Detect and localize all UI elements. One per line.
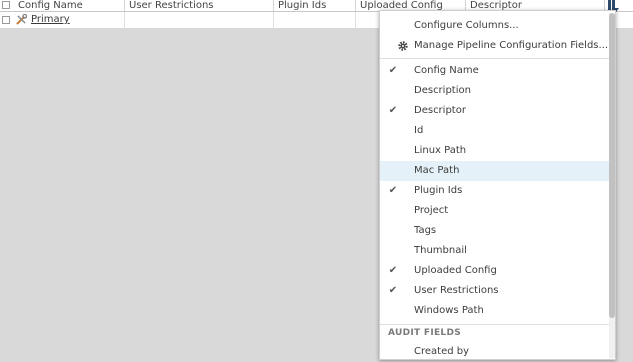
checkmark-icon: ✔ <box>388 65 398 76</box>
config-name-link[interactable]: Primary <box>31 13 70 27</box>
menu-separator <box>380 324 609 325</box>
menu-separator <box>380 58 609 59</box>
field-item-windows-path[interactable]: Windows Path <box>380 301 609 321</box>
checkmark-icon <box>388 221 398 241</box>
select-all-checkbox[interactable] <box>2 1 10 9</box>
checkmark-icon <box>388 201 398 221</box>
field-item-label: Uploaded Config <box>414 265 497 276</box>
configure-columns-item[interactable]: Configure Columns... <box>380 16 609 36</box>
manage-pipeline-fields-label: Manage Pipeline Configuration Fields... <box>414 40 609 51</box>
field-item-project[interactable]: Project <box>380 201 609 221</box>
column-header-config-name[interactable]: Config Name <box>13 0 125 11</box>
checkmark-icon <box>388 81 398 101</box>
checkmark-icon <box>388 301 398 321</box>
row-checkbox[interactable] <box>2 16 10 24</box>
column-header-user-restrictions[interactable]: User Restrictions <box>124 0 274 11</box>
field-item-label: Tags <box>414 225 437 236</box>
field-item-id[interactable]: Id <box>380 121 609 141</box>
field-item-thumbnail[interactable]: Thumbnail <box>380 241 609 261</box>
field-item-tags[interactable]: Tags <box>380 221 609 241</box>
field-item-label: User Restrictions <box>414 285 499 296</box>
checkmark-icon <box>388 241 398 261</box>
field-item-label: Plugin Ids <box>414 185 463 196</box>
field-item-label: Linux Path <box>414 145 467 156</box>
field-item-label: Id <box>414 125 424 136</box>
checkmark-icon <box>388 161 398 181</box>
menu-scrollbar[interactable] <box>609 13 615 358</box>
audit-fields-heading: AUDIT FIELDS <box>388 328 462 338</box>
column-menu: Configure Columns... Manage Pipeline Con… <box>379 10 616 360</box>
field-item-label: Windows Path <box>414 305 484 316</box>
field-item-label: Description <box>414 85 471 96</box>
cell-plugin-ids <box>273 12 356 28</box>
field-item-description[interactable]: Description <box>380 81 609 101</box>
gear-icon <box>398 41 408 51</box>
tools-icon <box>16 14 27 25</box>
field-item-label: Mac Path <box>414 165 460 176</box>
field-item-user-restrictions[interactable]: ✔ User Restrictions <box>380 281 609 301</box>
checkmark-icon: ✔ <box>388 105 398 116</box>
field-item-label: Config Name <box>414 65 479 76</box>
checkmark-icon <box>388 141 398 161</box>
checkmark-icon: ✔ <box>388 185 398 196</box>
field-item-uploaded-config[interactable]: ✔ Uploaded Config <box>380 261 609 281</box>
column-header-plugin-ids[interactable]: Plugin Ids <box>273 0 356 11</box>
field-item-label: Project <box>414 205 449 216</box>
field-item-config-name[interactable]: ✔ Config Name <box>380 61 609 81</box>
field-item-label: Descriptor <box>414 105 466 116</box>
field-item-mac-path[interactable]: Mac Path <box>380 161 609 181</box>
checkmark-icon: ✔ <box>388 265 398 276</box>
checkmark-icon: ✔ <box>388 285 398 296</box>
field-item-plugin-ids[interactable]: ✔ Plugin Ids <box>380 181 609 201</box>
manage-pipeline-fields-item[interactable]: Manage Pipeline Configuration Fields... <box>380 36 609 56</box>
menu-scroll-thumb[interactable] <box>609 13 615 318</box>
field-item-label: Thumbnail <box>414 245 467 256</box>
cell-config-name: Primary <box>13 12 125 28</box>
field-item-descriptor[interactable]: ✔ Descriptor <box>380 101 609 121</box>
cell-user-restrictions <box>124 12 274 28</box>
checkmark-icon <box>388 121 398 141</box>
field-item-created-by[interactable]: Created by <box>380 342 609 362</box>
field-item-linux-path[interactable]: Linux Path <box>380 141 609 161</box>
